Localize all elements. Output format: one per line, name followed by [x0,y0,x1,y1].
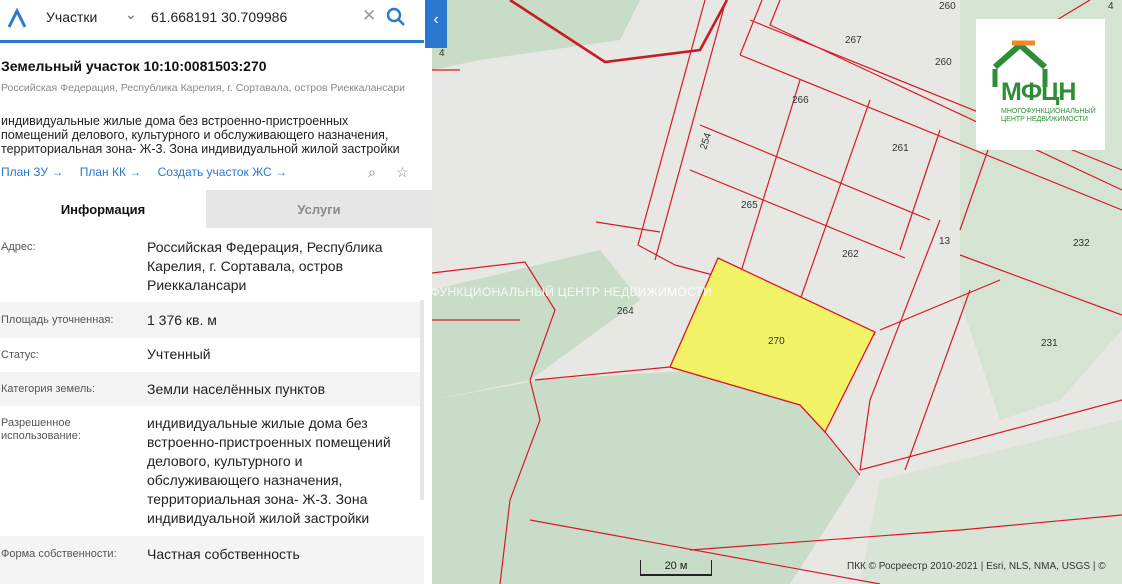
info-label: Разрешенное использование: [1,417,81,442]
info-label: Форма собственности: [1,548,117,560]
panel-scrollbar[interactable] [420,300,424,500]
info-value: Учтенный [147,346,211,362]
parcel-label-267: 267 [845,35,862,46]
zoom-to-icon[interactable]: ⌕ [368,164,376,181]
search-icon[interactable] [386,7,406,27]
parcel-usage: индивидуальные жилые дома без встроенно-… [1,114,400,156]
panel-tabs: Информация Услуги [0,190,432,228]
parcel-label-260a: 260 [939,1,956,12]
chevron-down-icon[interactable]: ⌄ [125,6,137,23]
info-row-ownership: Форма собственности: Частная собственнос… [0,536,424,584]
search-input[interactable]: 61.668191 30.709986 [151,9,287,25]
info-label: Площадь уточненная: [1,314,114,326]
parcel-label-264: 264 [617,306,634,317]
map-attribution: ПКК © Росреестр 2010-2021 | Esri, NLS, N… [847,561,1106,572]
collapse-panel-button[interactable]: ‹ [425,0,447,48]
chevron-left-icon: ‹ [433,11,439,28]
parcel-links: План ЗУ → План КК → Создать участок ЖС → [1,165,300,179]
parcel-label-266: 266 [792,95,809,106]
parcel-label-4b: 4 [1108,1,1114,12]
info-row-status: Статус: Учтенный [0,338,424,372]
search-bar: Участки ⌄ 61.668191 30.709986 ✕ [0,0,424,43]
logo-subtitle: МНОГОФУНКЦИОНАЛЬНЫЙ ЦЕНТР НЕДВИЖИМОСТИ [1001,108,1096,123]
tab-info[interactable]: Информация [0,190,206,228]
parcel-label-231: 231 [1041,338,1058,349]
logo-title: МФЦН [1001,78,1076,106]
plan-kk-link[interactable]: План КК → [80,165,142,179]
info-label: Статус: [1,349,39,361]
favorite-star-icon[interactable]: ☆ [396,164,409,181]
parcel-label-261: 261 [892,143,909,154]
info-value: индивидуальные жилые дома без встроенно-… [147,415,391,526]
info-value: Российская Федерация, Республика Карелия… [147,239,383,293]
map-scale: 20 м [640,560,712,576]
parcel-label-265: 265 [741,200,758,211]
info-row-permitted-use: Разрешенное использование: индивидуальны… [0,406,424,536]
parcel-label-260b: 260 [935,57,952,68]
info-panel: Участки ⌄ 61.668191 30.709986 ✕ Земельны… [0,0,432,584]
info-row-category: Категория земель: Земли населённых пункт… [0,372,424,406]
info-row-address: Адрес: Российская Федерация, Республика … [0,230,424,302]
info-value: Частная собственность [147,546,300,562]
info-value: 1 376 кв. м [147,312,217,328]
info-label: Адрес: [1,241,36,253]
parcel-label-270: 270 [768,336,785,347]
tab-services[interactable]: Услуги [206,190,432,228]
create-zhs-link[interactable]: Создать участок ЖС → [158,165,287,179]
parcel-label-13: 13 [939,236,951,247]
parcel-label-262: 262 [842,249,859,260]
map-watermark: МНОГОФУНКЦИОНАЛЬНЫЙ ЦЕНТР НЕДВИЖИМОСТИ [386,285,713,299]
parcel-title: Земельный участок 10:10:0081503:270 [1,58,267,74]
clear-icon[interactable]: ✕ [362,6,376,26]
info-value: Земли населённых пунктов [147,381,326,397]
parcel-address: Российская Федерация, Республика Карелия… [1,82,406,94]
info-label: Категория земель: [1,383,96,395]
logo-mark-icon [7,8,27,28]
plan-zu-link[interactable]: План ЗУ → [1,165,63,179]
parcel-label-232: 232 [1073,238,1090,249]
category-select[interactable]: Участки [46,9,97,25]
parcel-label-4: 4 [439,48,445,59]
info-row-area: Площадь уточненная: 1 376 кв. м [0,302,424,338]
